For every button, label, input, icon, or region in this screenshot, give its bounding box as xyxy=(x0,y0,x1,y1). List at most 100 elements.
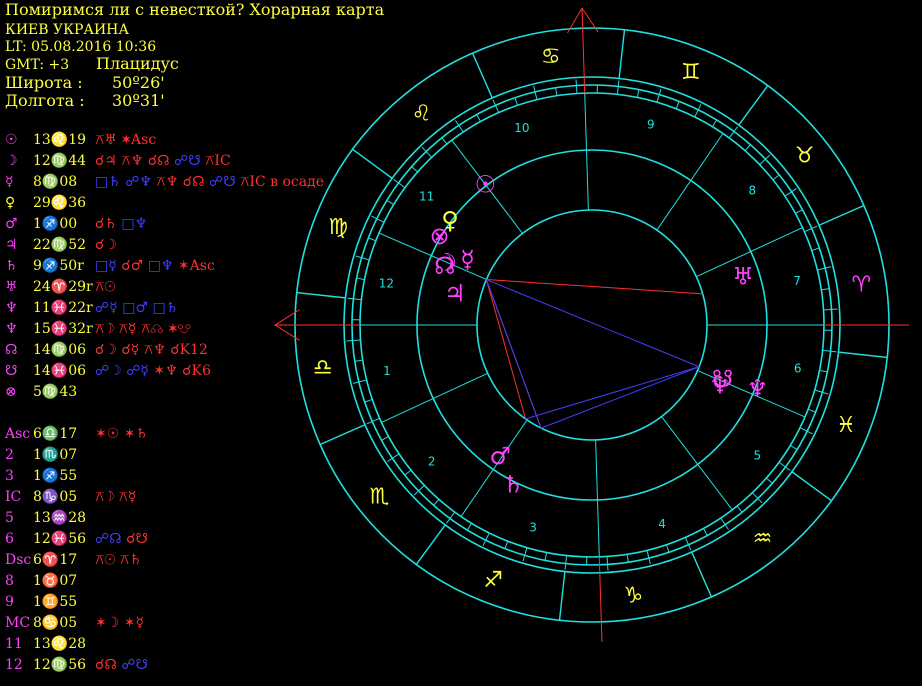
degree-tick xyxy=(819,369,828,373)
planet-glyph: ☋ xyxy=(712,365,733,393)
degree-tick xyxy=(354,359,363,362)
sign-boundary xyxy=(791,471,832,502)
degree-tick xyxy=(504,541,509,549)
planet-glyph: ♂ xyxy=(489,442,511,470)
zodiac-sign-glyph: ♒ xyxy=(753,527,773,552)
degree-tick xyxy=(386,199,394,205)
sign-boundary xyxy=(558,571,566,621)
planet-glyph: ⊗ xyxy=(430,222,450,250)
sign-boundary xyxy=(296,291,346,299)
sign-boundary xyxy=(691,551,713,598)
zodiac-sign-glyph: ♓ xyxy=(836,413,856,438)
planet-glyph: ♅ xyxy=(732,262,754,290)
zodiac-sign-glyph: ♉ xyxy=(795,144,815,169)
sign-boundary xyxy=(471,52,493,99)
aspect-line xyxy=(540,366,700,429)
zodiac-sign-glyph: ♈ xyxy=(851,273,871,298)
sign-boundary xyxy=(319,424,366,446)
planet-glyph: ♃ xyxy=(444,279,466,307)
zodiac-sign-glyph: ♊ xyxy=(681,60,701,85)
planet-glyph: ☊ xyxy=(434,252,455,280)
ic-axis xyxy=(598,556,603,642)
house-cusp-line xyxy=(661,416,733,511)
degree-tick xyxy=(626,554,629,563)
degree-tick xyxy=(808,408,816,413)
aspect-line xyxy=(486,279,703,295)
aspect-line xyxy=(485,279,542,429)
degree-tick xyxy=(712,119,718,127)
zodiac-sign-glyph: ♏ xyxy=(370,484,390,509)
sign-boundary xyxy=(618,29,626,79)
degree-tick xyxy=(441,137,448,145)
house-number: 1 xyxy=(383,364,391,378)
zodiac-sign-glyph: ♎ xyxy=(313,355,333,380)
degree-tick xyxy=(476,114,481,122)
degree-tick xyxy=(356,277,365,281)
degree-tick xyxy=(675,101,680,109)
degree-tick xyxy=(811,247,820,252)
degree-tick xyxy=(575,79,578,94)
house-number: 4 xyxy=(658,517,666,531)
aspect-line xyxy=(485,279,527,420)
degree-tick xyxy=(404,469,412,476)
house-cusp-line xyxy=(656,133,724,231)
house-cusp-line xyxy=(584,93,589,211)
degree-tick xyxy=(821,288,830,291)
zodiac-sign-glyph: ♌ xyxy=(412,101,432,126)
house-number: 5 xyxy=(753,449,761,463)
degree-tick xyxy=(744,144,751,151)
degree-tick xyxy=(772,174,780,181)
house-number: 2 xyxy=(428,455,436,469)
degree-tick xyxy=(411,166,418,173)
degree-tick xyxy=(822,349,837,353)
wheel-ring xyxy=(476,209,708,441)
sign-boundary xyxy=(415,524,446,565)
house-number: 9 xyxy=(647,117,655,131)
zodiac-sign-glyph: ♐ xyxy=(483,568,503,593)
zodiac-sign-glyph: ♑ xyxy=(623,583,643,608)
house-number: 8 xyxy=(748,183,756,197)
degree-tick xyxy=(564,555,568,570)
zodiac-sign-glyph: ♋ xyxy=(541,45,561,70)
planet-glyph: ♄ xyxy=(502,470,524,498)
mc-axis xyxy=(581,8,586,94)
house-cusp-line xyxy=(595,439,600,557)
degree-tick xyxy=(555,87,558,96)
degree-tick xyxy=(703,528,708,536)
degree-tick xyxy=(665,544,670,553)
horoscope-wheel: ♈♉♊♋♌♍♎♏♐♑♒♓123 456789101112☉☽ ☿♀♂♃♄♅♆ ♆☊☋⊗ xyxy=(274,7,909,642)
degree-tick xyxy=(433,499,440,506)
degree-tick xyxy=(544,552,548,561)
house-cusp-line xyxy=(381,372,488,423)
sign-boundary xyxy=(738,85,769,126)
house-number: 6 xyxy=(794,361,802,375)
aspect-line xyxy=(486,279,700,368)
zodiac-sign-glyph: ♍ xyxy=(328,215,348,240)
degree-tick xyxy=(790,445,798,451)
degree-tick xyxy=(368,237,376,242)
degree-tick xyxy=(736,505,743,513)
house-number: 10 xyxy=(514,121,529,135)
planet-glyph: ☿ xyxy=(460,245,475,273)
house-number: 11 xyxy=(419,189,434,203)
house-number: 12 xyxy=(379,277,394,291)
degree-tick xyxy=(364,398,373,403)
planet-glyph: ♆ xyxy=(747,375,769,403)
degree-tick xyxy=(823,308,838,311)
sign-boundary xyxy=(838,351,888,359)
degree-tick xyxy=(795,209,803,214)
degree-tick xyxy=(606,556,609,571)
sign-boundary xyxy=(352,148,393,179)
planet-glyph: ☉ xyxy=(475,171,497,199)
degree-tick xyxy=(466,523,472,531)
degree-tick xyxy=(381,436,389,441)
degree-tick xyxy=(514,97,519,106)
aspect-line xyxy=(525,366,700,420)
sign-boundary xyxy=(818,204,865,226)
house-number: 3 xyxy=(529,521,537,535)
degree-tick xyxy=(766,477,773,484)
degree-tick xyxy=(616,80,620,95)
degree-tick xyxy=(636,89,640,98)
degree-tick xyxy=(347,297,362,301)
degree-tick xyxy=(346,339,361,342)
